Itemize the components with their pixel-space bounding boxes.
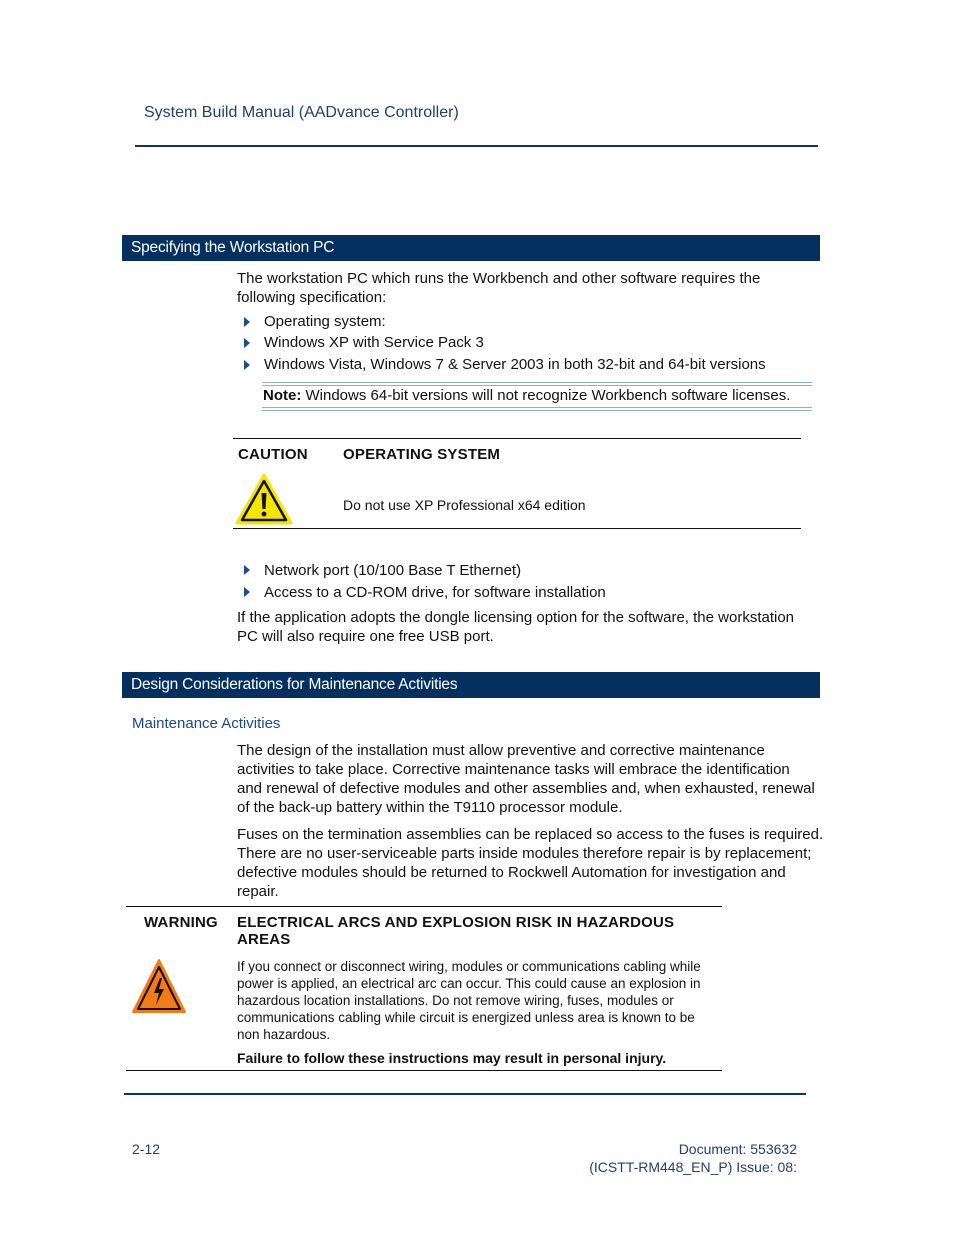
warning-text: If you connect or disconnect wiring, mod… [237,958,701,1043]
footer-rule [124,1093,806,1095]
paragraph-line: If the application adopts the dongle lic… [237,609,795,626]
running-header: System Build Manual (AADvance Controller… [144,104,459,121]
intro-paragraph: The workstation PC which runs the Workbe… [237,269,760,307]
warning-text-line: non hazardous. [237,1027,331,1042]
section-heading-maintenance: Design Considerations for Maintenance Ac… [122,672,820,698]
caution-label: CAUTION [238,446,308,463]
warning-label: WARNING [144,914,218,931]
caution-title: OPERATING SYSTEM [343,446,501,463]
list-item: Windows Vista, Windows 7 & Server 2003 i… [237,353,766,376]
note-rule [262,382,812,383]
warning-bottom-rule [126,1070,722,1071]
note-text: Note: Windows 64-bit versions will not r… [263,387,790,404]
spec-list-2: Network port (10/100 Base T Ethernet) Ac… [237,559,606,603]
page-number: 2-12 [132,1141,161,1157]
bullet-arrow-icon [244,337,250,348]
bullet-arrow-icon [244,565,250,575]
note-label: Note: [263,387,302,404]
paragraph-line: There are no user-serviceable parts insi… [237,845,812,862]
paragraph-line: activities to take place. Corrective mai… [237,761,790,778]
maintenance-paragraph-1: The design of the installation must allo… [237,741,815,817]
list-item: Network port (10/100 Base T Ethernet) [237,559,606,581]
bullet-arrow-icon [244,359,250,370]
spec-list: Operating system: Windows XP with Servic… [237,311,766,376]
warning-title-line: AREAS [237,931,291,948]
paragraph-line: PC will also require one free USB port. [237,628,494,645]
list-item-text: Windows Vista, Windows 7 & Server 2003 i… [264,356,766,373]
section-heading-workstation: Specifying the Workstation PC [122,235,820,261]
list-item-text: Windows XP with Service Pack 3 [264,334,484,351]
warning-consequence: Failure to follow these instructions may… [237,1050,667,1066]
caution-bottom-rule [233,528,801,529]
header-rule [135,145,818,147]
paragraph-line: of the back-up battery within the T9110 … [237,799,623,816]
paragraph-line: defective modules should be returned to … [237,864,786,881]
warning-triangle-icon [235,473,293,525]
warning-top-rule [126,906,722,907]
list-item: Access to a CD-ROM drive, for software i… [237,581,606,603]
electrical-hazard-icon [132,959,186,1013]
warning-text-line: communications cabling while circuit is … [237,1010,695,1025]
note-rule [262,410,812,411]
bullet-arrow-icon [244,316,250,327]
warning-title: ELECTRICAL ARCS AND EXPLOSION RISK IN HA… [237,914,674,948]
note-rule [262,407,812,408]
subheading-maintenance-activities: Maintenance Activities [132,715,281,732]
bullet-arrow-icon [244,587,250,597]
warning-text-line: If you connect or disconnect wiring, mod… [237,959,701,974]
maintenance-paragraph-2: Fuses on the termination assemblies can … [237,825,823,901]
warning-title-line: ELECTRICAL ARCS AND EXPLOSION RISK IN HA… [237,914,675,931]
intro-line: following specification: [237,289,387,306]
caution-top-rule [233,438,801,439]
paragraph-line: and renewal of defective modules and oth… [237,780,815,797]
note-rule [262,385,812,386]
document-issue: (ICSTT-RM448_EN_P) Issue: 08: [589,1159,797,1175]
list-item-text: Network port (10/100 Base T Ethernet) [264,561,522,579]
caution-text: Do not use XP Professional x64 edition [343,497,586,513]
warning-text-line: hazardous location installations. Do not… [237,993,674,1008]
paragraph-line: The design of the installation must allo… [237,742,765,759]
document-number: Document: 553632 [678,1141,797,1157]
list-item-text: Operating system: [264,313,386,330]
warning-text-line: power is applied, an electrical arc can … [237,976,701,991]
note-body: Windows 64-bit versions will not recogni… [301,387,791,404]
list-item-text: Access to a CD-ROM drive, for software i… [264,583,606,601]
paragraph-line: repair. [237,883,279,900]
note-box: Note: Windows 64-bit versions will not r… [262,382,812,411]
list-item: Windows XP with Service Pack 3 [237,332,766,353]
paragraph-line: Fuses on the termination assemblies can … [237,826,824,843]
list-item: Operating system: [237,311,766,332]
intro-line: The workstation PC which runs the Workbe… [237,270,761,287]
usb-paragraph: If the application adopts the dongle lic… [237,608,794,646]
